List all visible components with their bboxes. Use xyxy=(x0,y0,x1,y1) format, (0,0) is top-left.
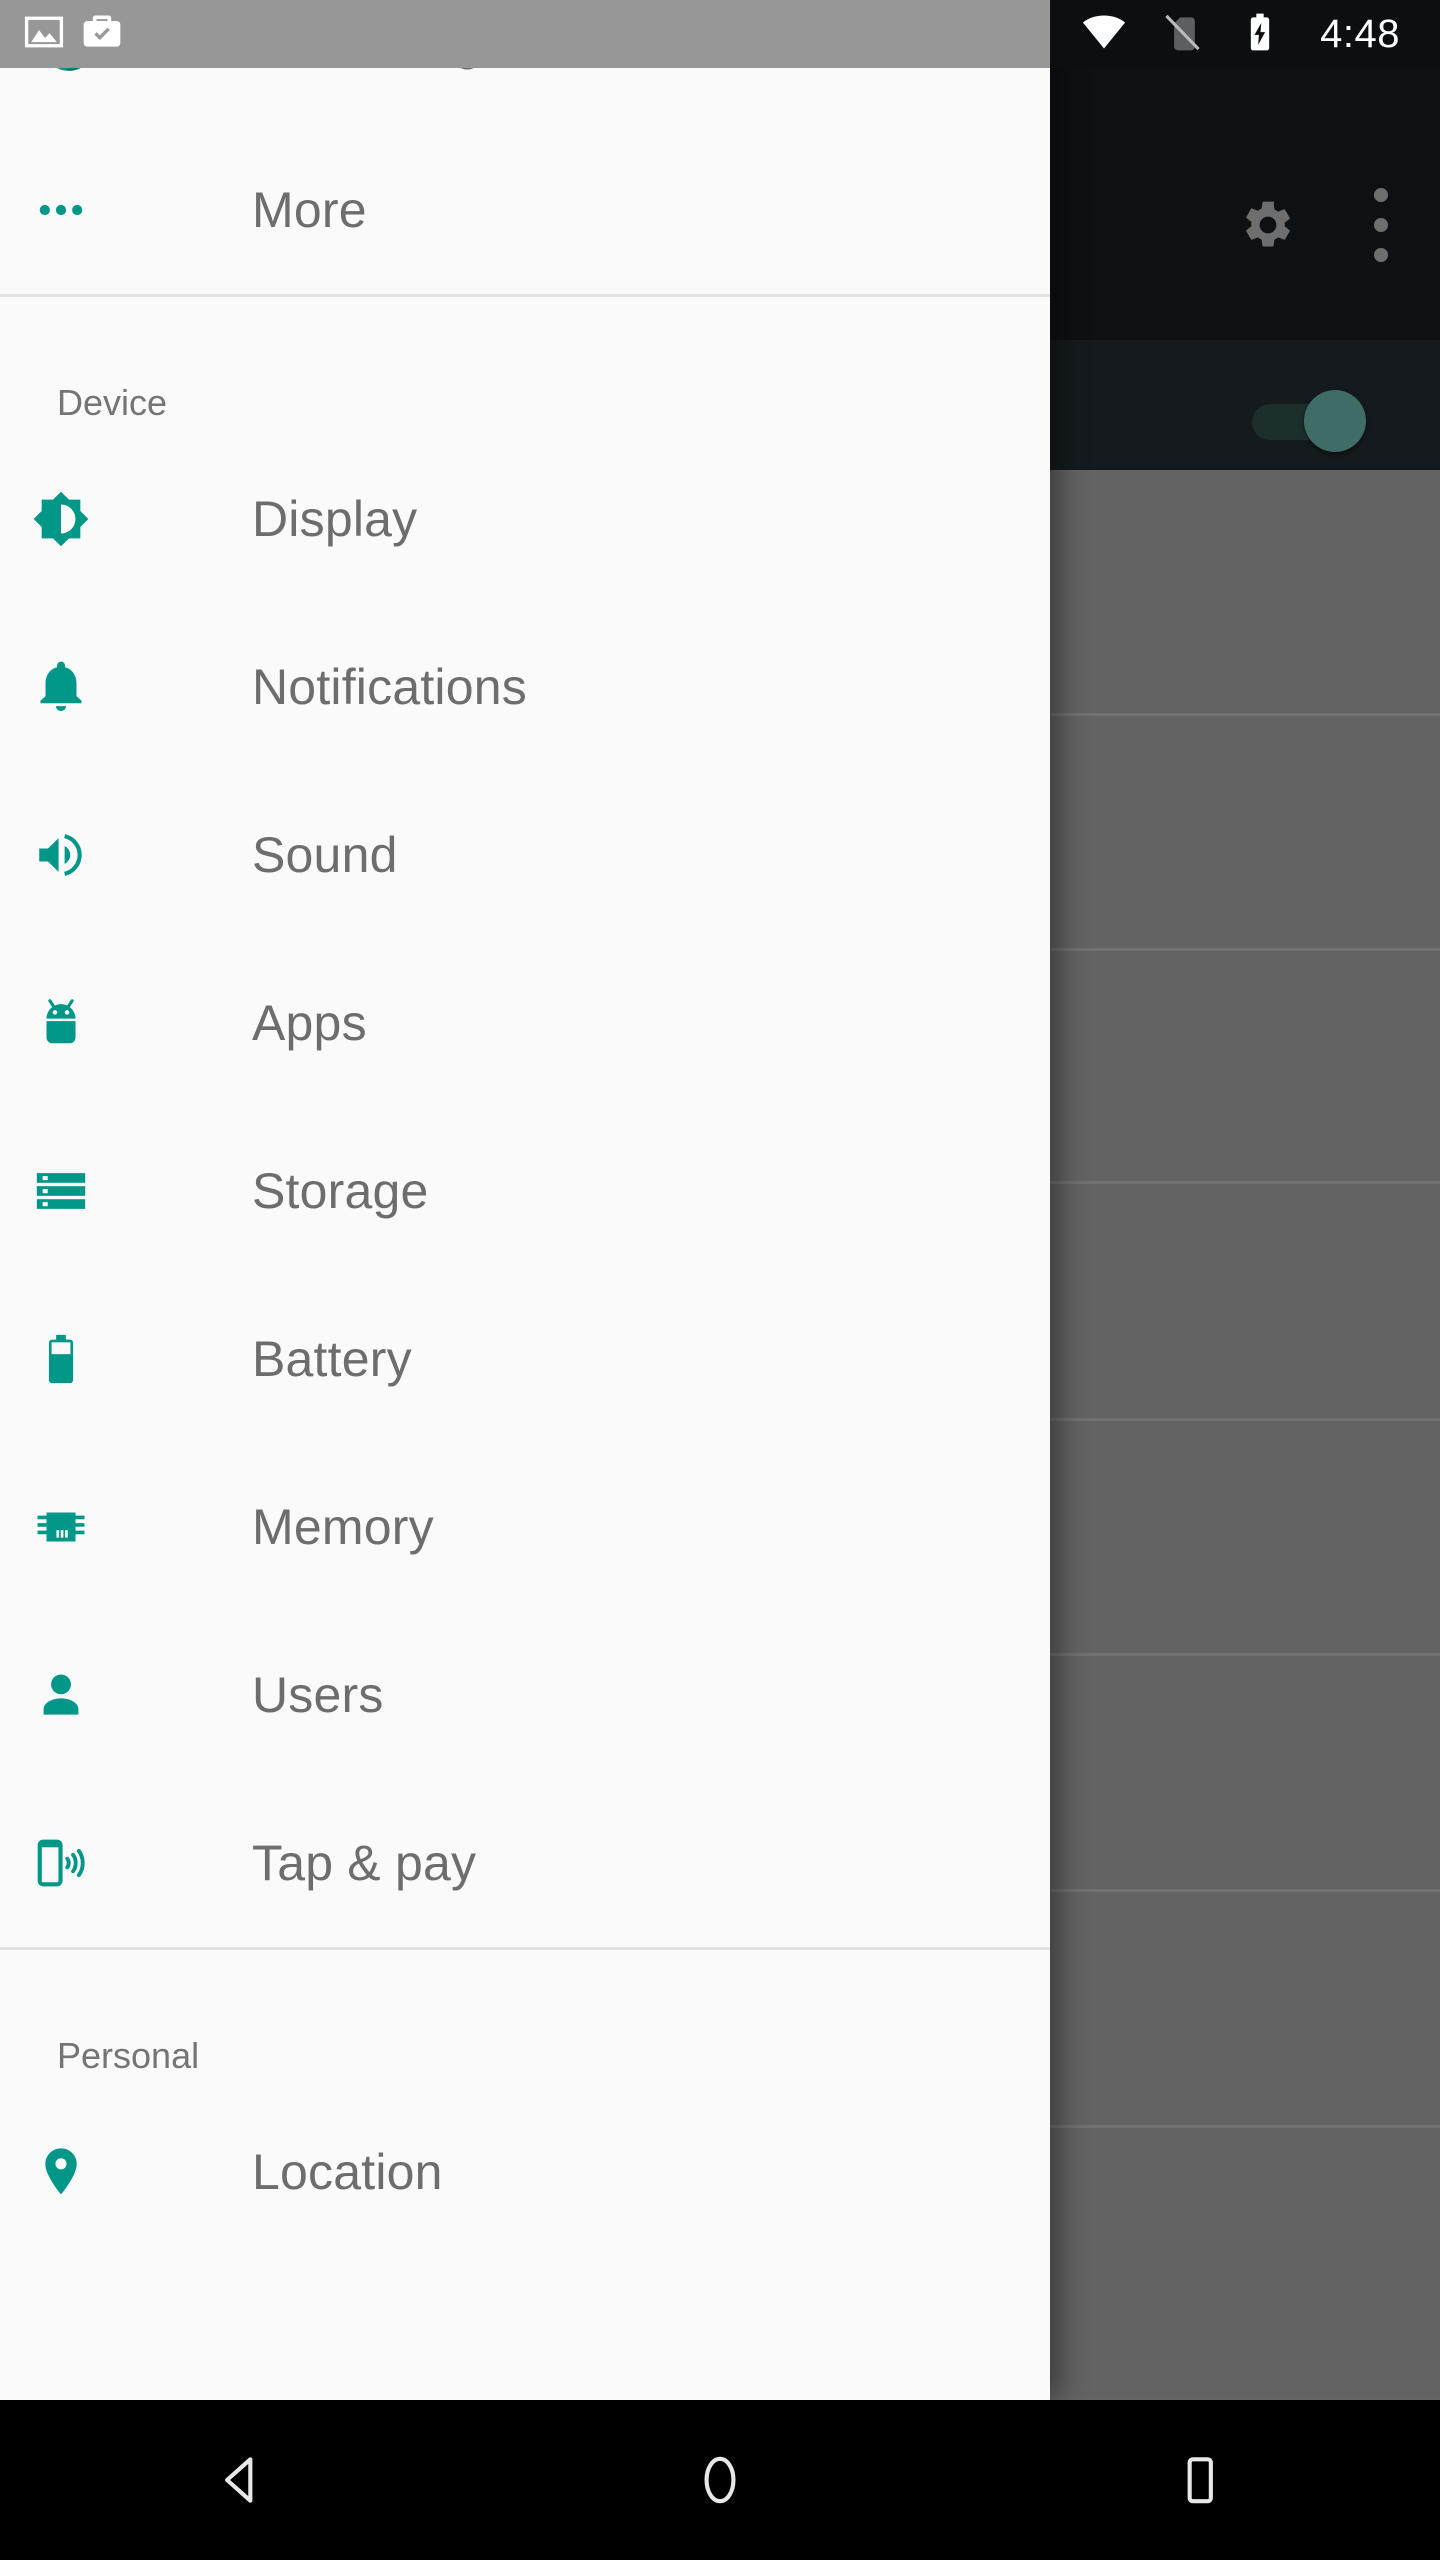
battery-icon xyxy=(30,1328,92,1390)
drawer-item-location[interactable]: Location xyxy=(0,2088,1050,2256)
drawer-item-sound[interactable]: Sound xyxy=(0,771,1050,939)
drawer-item-label: Sound xyxy=(252,827,398,883)
gear-icon[interactable] xyxy=(1240,197,1296,253)
drawer-item-label: More xyxy=(252,182,367,238)
person-icon xyxy=(30,1664,92,1726)
drawer-item-label: Storage xyxy=(252,1163,429,1219)
drawer-item-memory[interactable]: Memory xyxy=(0,1443,1050,1611)
phone-screen: 4:48 More Device Display Notifications S… xyxy=(0,0,1440,2560)
overflow-menu-icon[interactable] xyxy=(1374,188,1388,262)
memory-chip-icon xyxy=(30,1496,92,1558)
drawer-item-users[interactable]: Users xyxy=(0,1611,1050,1779)
background-toggle-switch[interactable] xyxy=(1252,390,1370,452)
volume-up-icon xyxy=(30,824,92,886)
drawer-item-label: Display xyxy=(252,491,418,547)
bell-icon xyxy=(30,656,92,718)
drawer-section-personal: Personal xyxy=(0,1950,1050,2088)
drawer-item-more[interactable]: More xyxy=(0,126,1050,294)
recents-square-icon[interactable] xyxy=(1120,2400,1280,2560)
drawer-item-label: Users xyxy=(252,1667,384,1723)
more-dots-icon xyxy=(30,179,92,241)
brightness-icon xyxy=(30,488,92,550)
toggle-thumb xyxy=(1304,390,1366,452)
drawer-scroll-container[interactable]: Data usage More Device xyxy=(0,0,1050,2256)
android-robot-icon xyxy=(30,992,92,1054)
work-briefcase-check-icon xyxy=(80,10,124,59)
drawer-item-notifications[interactable]: Notifications xyxy=(0,603,1050,771)
drawer-item-label: Memory xyxy=(252,1499,434,1555)
home-circle-icon[interactable] xyxy=(640,2400,800,2560)
background-app-bar-actions xyxy=(1240,188,1388,262)
section-title: Device xyxy=(57,382,168,423)
status-bar-scrim xyxy=(0,0,1050,68)
drawer-section-device: Device xyxy=(0,297,1050,435)
drawer-item-battery[interactable]: Battery xyxy=(0,1275,1050,1443)
nfc-tap-pay-icon xyxy=(30,1832,92,1894)
drawer-item-label: Tap & pay xyxy=(252,1835,477,1891)
wifi-icon xyxy=(1082,10,1126,59)
system-navigation-bar xyxy=(0,2400,1440,2560)
drawer-item-label: Location xyxy=(252,2144,443,2200)
screenshot-image-icon xyxy=(22,10,66,59)
section-title: Personal xyxy=(57,2035,200,2076)
back-triangle-icon[interactable] xyxy=(160,2400,320,2560)
location-pin-icon xyxy=(30,2141,92,2203)
drawer-item-label: Notifications xyxy=(252,659,527,715)
drawer-item-storage[interactable]: Storage xyxy=(0,1107,1050,1275)
status-bar-left-icons xyxy=(22,0,124,68)
status-bar-clock: 4:48 xyxy=(1320,12,1400,56)
navigation-drawer[interactable]: Data usage More Device xyxy=(0,0,1050,2400)
drawer-item-label: Apps xyxy=(252,995,367,1051)
status-bar-right-icons: 4:48 xyxy=(1004,0,1400,68)
drawer-item-display[interactable]: Display xyxy=(0,435,1050,603)
drawer-item-label: Battery xyxy=(252,1331,412,1387)
battery-charging-icon xyxy=(1238,10,1282,59)
drawer-item-tap-and-pay[interactable]: Tap & pay xyxy=(0,1779,1050,1947)
no-sim-icon xyxy=(1160,10,1204,59)
drawer-item-apps[interactable]: Apps xyxy=(0,939,1050,1107)
storage-bars-icon xyxy=(30,1160,92,1222)
